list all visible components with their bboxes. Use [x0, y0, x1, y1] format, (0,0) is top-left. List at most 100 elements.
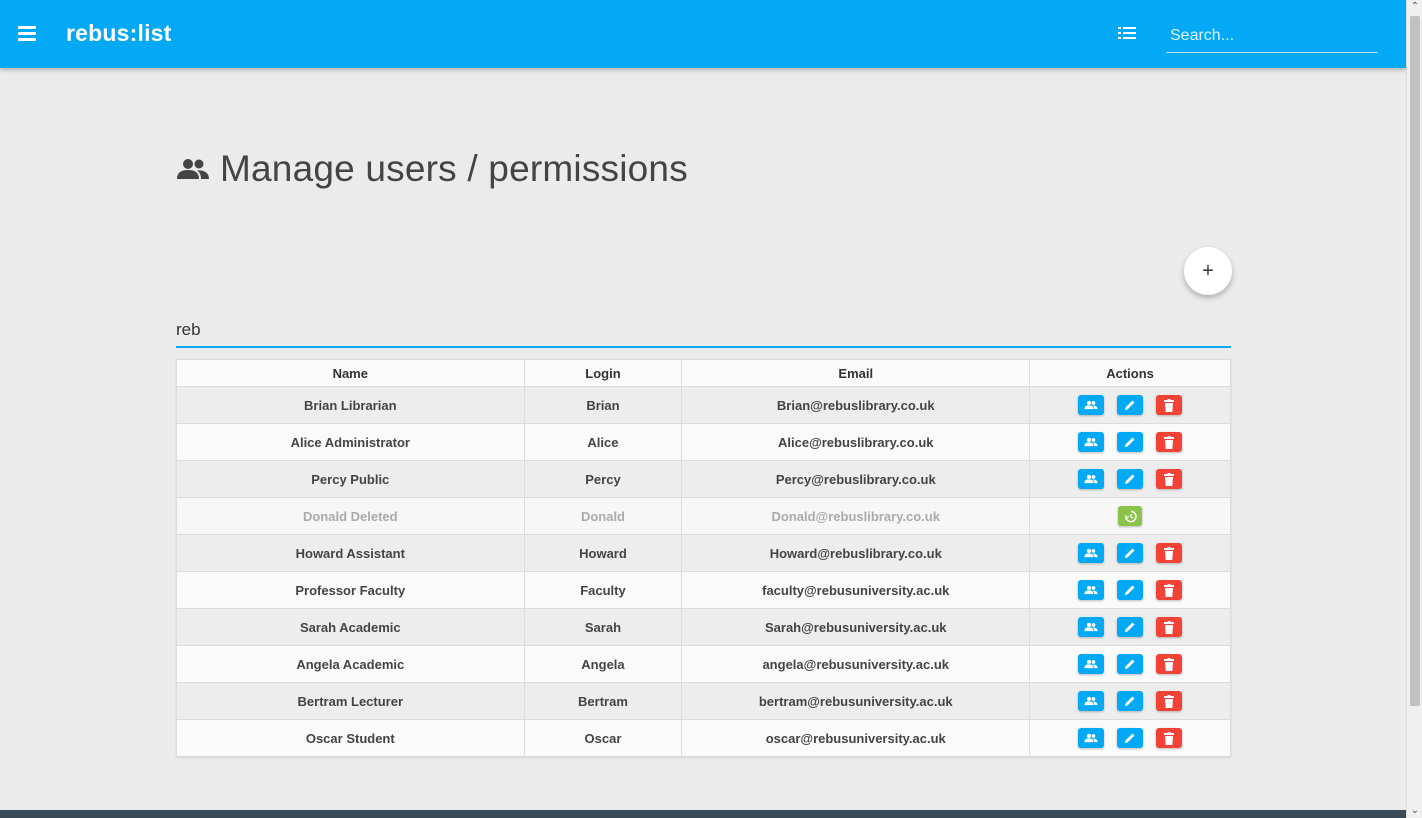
cell-login: Alice [523, 423, 683, 461]
table-row: Professor Faculty Faculty faculty@rebusuni… [176, 571, 1231, 609]
trash-icon [1164, 472, 1175, 486]
column-header-email[interactable]: Email [681, 359, 1031, 387]
permissions-button[interactable] [1078, 691, 1105, 711]
permissions-button[interactable] [1078, 432, 1105, 452]
permissions-button[interactable] [1078, 395, 1105, 415]
cell-login: Donald [523, 497, 683, 535]
delete-user-button[interactable] [1156, 691, 1183, 711]
people-icon [1084, 659, 1098, 669]
edit-user-button[interactable] [1117, 691, 1144, 711]
permissions-button[interactable] [1078, 617, 1105, 637]
restore-history-icon [1124, 510, 1137, 523]
column-header-actions: Actions [1029, 359, 1231, 387]
edit-user-button[interactable] [1117, 728, 1144, 748]
cell-name: Professor Faculty [176, 571, 525, 609]
table-row: Donald Deleted Donald Donald@rebuslibrary.… [176, 497, 1231, 535]
bottom-bar [0, 810, 1406, 818]
edit-user-button[interactable] [1117, 395, 1144, 415]
permissions-button[interactable] [1078, 469, 1105, 489]
trash-icon [1164, 583, 1175, 597]
cell-actions [1029, 534, 1231, 572]
add-user-button[interactable]: + [1184, 247, 1232, 295]
page-heading: Manage users / permissions [176, 148, 688, 190]
cell-actions [1029, 682, 1231, 720]
delete-user-button[interactable] [1156, 395, 1183, 415]
people-icon [1084, 696, 1098, 706]
people-icon [1084, 733, 1098, 743]
page-scrollbar[interactable]: ⌃ ⌄ [1406, 0, 1422, 818]
permissions-button[interactable] [1078, 580, 1105, 600]
permissions-button[interactable] [1078, 654, 1105, 674]
row-actions [1030, 543, 1230, 563]
pencil-icon [1124, 473, 1136, 485]
filter-field [176, 314, 1231, 348]
cell-login: Bertram [523, 682, 683, 720]
search-field [1166, 20, 1378, 53]
cell-name: Howard Assistant [176, 534, 525, 572]
scroll-thumb[interactable] [1410, 16, 1420, 706]
pencil-icon [1124, 436, 1136, 448]
hamburger-menu-icon[interactable] [18, 26, 38, 42]
cell-email: Donald@rebuslibrary.co.uk [681, 497, 1031, 535]
cell-name: Donald Deleted [176, 497, 525, 535]
edit-user-button[interactable] [1117, 432, 1144, 452]
pencil-icon [1124, 658, 1136, 670]
column-header-name[interactable]: Name [176, 359, 525, 387]
delete-user-button[interactable] [1156, 654, 1183, 674]
pencil-icon [1124, 547, 1136, 559]
cell-login: Percy [523, 460, 683, 498]
app-title[interactable]: rebus:list [66, 20, 172, 47]
edit-user-button[interactable] [1117, 654, 1144, 674]
cell-login: Brian [523, 386, 683, 424]
permissions-button[interactable] [1078, 728, 1105, 748]
cell-login: Faculty [523, 571, 683, 609]
pencil-icon [1124, 621, 1136, 633]
row-actions [1030, 654, 1230, 674]
people-icon [1084, 400, 1098, 410]
restore-user-button[interactable] [1118, 506, 1143, 526]
column-header-login[interactable]: Login [523, 359, 683, 387]
row-actions [1030, 469, 1230, 489]
list-icon[interactable] [1118, 26, 1136, 40]
table-row: Oscar Student Oscar oscar@rebusuniversity.… [176, 719, 1231, 757]
delete-user-button[interactable] [1156, 432, 1183, 452]
cell-name: Percy Public [176, 460, 525, 498]
edit-user-button[interactable] [1117, 617, 1144, 637]
people-icon [1084, 474, 1098, 484]
edit-user-button[interactable] [1117, 469, 1144, 489]
trash-icon [1164, 657, 1175, 671]
cell-actions [1029, 645, 1231, 683]
table-header-row: Name Login Email Actions [176, 359, 1231, 387]
people-icon [1084, 437, 1098, 447]
row-actions [1030, 580, 1230, 600]
delete-user-button[interactable] [1156, 543, 1183, 563]
edit-user-button[interactable] [1117, 580, 1144, 600]
scroll-up-arrow-icon[interactable]: ⌃ [1407, 0, 1422, 14]
cell-login: Angela [523, 645, 683, 683]
trash-icon [1164, 694, 1175, 708]
delete-user-button[interactable] [1156, 580, 1183, 600]
row-actions [1030, 395, 1230, 415]
cell-email: faculty@rebusuniversity.ac.uk [681, 571, 1031, 609]
delete-user-button[interactable] [1156, 728, 1183, 748]
delete-user-button[interactable] [1156, 617, 1183, 637]
permissions-button[interactable] [1078, 543, 1105, 563]
filter-input[interactable] [176, 314, 1231, 346]
delete-user-button[interactable] [1156, 469, 1183, 489]
search-input[interactable] [1166, 20, 1378, 52]
cell-actions [1029, 386, 1231, 424]
people-icon [1084, 585, 1098, 595]
row-actions [1030, 728, 1230, 748]
cell-email: Percy@rebuslibrary.co.uk [681, 460, 1031, 498]
scroll-down-arrow-icon[interactable]: ⌄ [1407, 804, 1422, 818]
cell-email: Sarah@rebusuniversity.ac.uk [681, 608, 1031, 646]
people-icon [1084, 622, 1098, 632]
edit-user-button[interactable] [1117, 543, 1144, 563]
table-row: Percy Public Percy Percy@rebuslibrary.co.u… [176, 460, 1231, 498]
table-row: Sarah Academic Sarah Sarah@rebusuniversity… [176, 608, 1231, 646]
row-actions [1030, 691, 1230, 711]
row-actions [1030, 617, 1230, 637]
cell-email: bertram@rebusuniversity.ac.uk [681, 682, 1031, 720]
people-icon [177, 159, 209, 179]
cell-login: Sarah [523, 608, 683, 646]
